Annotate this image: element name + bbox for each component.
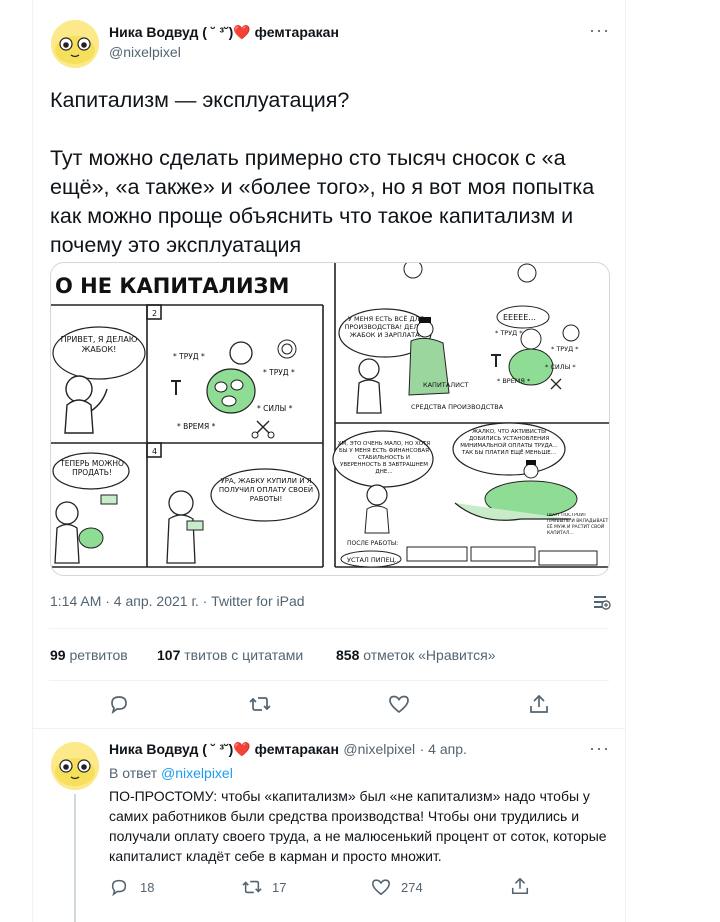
reply-replies-count: 18 <box>140 880 155 895</box>
comic-drawing: О НЕ КАПИТАЛИЗМ 2 4 ПРИВЕТ, Я ДЕЛАЮ ЖАБО… <box>51 263 609 568</box>
likes-count: 858 <box>336 647 360 663</box>
reply-date[interactable]: · 4 апр. <box>420 741 467 757</box>
label-after-work: ПОСЛЕ РАБОТЫ: <box>347 540 398 547</box>
reply-header: Ника Водвуд ( ˘ ³˘)❤️ фемтаракан @nixelp… <box>109 741 467 759</box>
bubble-hello: ПРИВЕТ, Я ДЕЛАЮ ЖАБОК! <box>60 335 138 354</box>
reply-likes-count: 274 <box>401 880 423 895</box>
quotes-count: 107 <box>157 647 181 663</box>
reply-heart-icon[interactable] <box>371 877 391 897</box>
label-vremya: * ВРЕМЯ * <box>177 422 216 431</box>
label-means: СРЕДСТВА ПРОИЗВОДСТВА <box>411 403 504 411</box>
label-sily-2: * СИЛЫ * <box>545 363 576 371</box>
in-reply-to: В ответ @nixelpixel <box>109 765 233 781</box>
share-icon[interactable] <box>528 693 550 715</box>
likes-stat[interactable]: 858 отметок «Нравится» <box>336 647 496 663</box>
author-handle[interactable]: @nixelpixel <box>109 44 181 60</box>
label-bottom-right: ПОЭТ ПОСТРОИТ ПРИБЫЛЬ И ВКЛАДЫВАЕТ ЕЁ МУ… <box>547 513 609 536</box>
panel-number-2: 2 <box>152 309 157 318</box>
quotes-stat[interactable]: 107 твитов с цитатами <box>157 647 303 663</box>
reply-share-icon[interactable] <box>510 876 530 896</box>
retweet-icon[interactable] <box>248 693 272 715</box>
heart-icon[interactable] <box>388 693 410 715</box>
reply-icon[interactable] <box>108 693 130 715</box>
reply-author-avatar[interactable] <box>51 742 99 790</box>
bubble-eeee: ЕЕЕЕЕ... <box>503 313 536 322</box>
label-trud-4: * ТРУД * <box>551 345 579 353</box>
divider <box>33 728 625 729</box>
reply-reply-icon[interactable] <box>109 877 129 897</box>
retweets-stat[interactable]: 99 ретвитов <box>50 647 128 663</box>
bubble-paid: УРА, ЖАБКУ КУПИЛИ И Я ПОЛУЧИЛ ОПЛАТУ СВО… <box>218 477 314 503</box>
timeline-column: Ника Водвуд ( ˘ ³˘)❤️ фемтаракан @nixelp… <box>32 0 626 922</box>
divider <box>49 628 609 629</box>
retweets-count: 99 <box>50 647 66 663</box>
comic-title: О НЕ КАПИТАЛИЗМ <box>55 274 289 298</box>
bubble-tired: УСТАЛ ПИПЕЦ... <box>347 556 401 564</box>
label-vremya-2: * ВРЕМЯ * <box>497 377 531 385</box>
bubble-money: ХМ, ЭТО ОЧЕНЬ МАЛО, НО ХОТЯ БЫ У МЕНЯ ЕС… <box>337 441 431 475</box>
quotes-label: твитов с цитатами <box>184 647 304 663</box>
reply-text: ПО-ПРОСТОМУ: чтобы «капитализм» был «не … <box>109 788 607 864</box>
analytics-icon[interactable] <box>591 592 611 612</box>
tweet-text-line1: Капитализм — эксплуатация? <box>50 88 350 112</box>
more-options-icon[interactable]: ··· <box>589 20 610 41</box>
bubble-activists: ЖАЛКО, ЧТО АКТИВИСТЫ ДОБИЛИСЬ УСТАНОВЛЕН… <box>460 429 558 456</box>
reply-retweets-count: 17 <box>272 880 287 895</box>
label-trud-3: * ТРУД * <box>495 329 523 337</box>
divider <box>49 680 609 681</box>
reply-author-name[interactable]: Ника Водвуд ( ˘ ³˘)❤️ фемтаракан <box>109 741 339 757</box>
in-reply-handle-link[interactable]: @nixelpixel <box>161 765 233 781</box>
tweet-image[interactable]: О НЕ КАПИТАЛИЗМ 2 4 ПРИВЕТ, Я ДЕЛАЮ ЖАБО… <box>50 262 610 576</box>
reply-author-handle[interactable]: @nixelpixel <box>343 741 415 757</box>
reply-more-options-icon[interactable]: ··· <box>589 738 610 759</box>
bubble-capitalist: У МЕНЯ ЕСТЬ ВСЁ ДЛЯ ПРОИЗВОДСТВА! ДЕЛАЙ … <box>344 315 428 339</box>
author-avatar[interactable] <box>51 20 99 68</box>
reply-retweet-icon[interactable] <box>241 877 263 897</box>
tweet-text-paragraph: Тут можно сделать примерно сто тысяч сно… <box>50 146 595 257</box>
author-name[interactable]: Ника Водвуд ( ˘ ³˘)❤️ фемтаракан <box>109 24 339 41</box>
label-trud: * ТРУД * <box>173 352 205 361</box>
retweets-label: ретвитов <box>69 647 128 663</box>
thread-line <box>74 794 76 922</box>
label-trud-2: * ТРУД * <box>263 368 295 377</box>
tweet-timestamp[interactable]: 1:14 AM · 4 апр. 2021 г. · Twitter for i… <box>50 593 305 609</box>
bubble-sell: ТЕПЕРЬ МОЖНО ПРОДАТЬ! <box>60 459 124 477</box>
panel-number-4: 4 <box>152 447 157 456</box>
likes-label: отметок «Нравится» <box>363 647 496 663</box>
label-sily: * СИЛЫ * <box>257 404 293 413</box>
label-capitalist: КАПИТАЛИСТ <box>423 381 469 389</box>
in-reply-prefix: В ответ <box>109 765 158 781</box>
